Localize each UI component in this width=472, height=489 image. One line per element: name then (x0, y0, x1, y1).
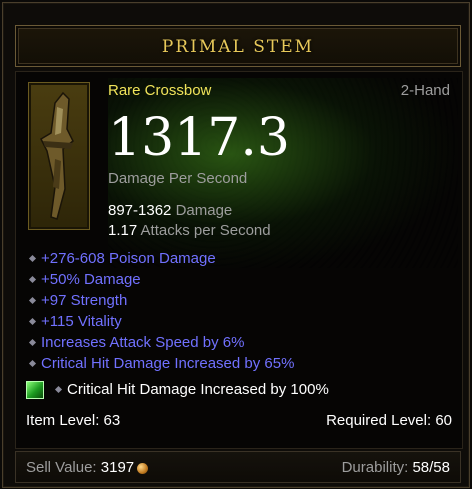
item-body: Rare Crossbow 2-Hand 1317.3 Damage Per S… (15, 71, 463, 449)
attack-speed-line: 1.17 Attacks per Second (108, 222, 271, 239)
affix-line: +50% Damage (26, 269, 294, 290)
attacks-value: 1.17 (108, 222, 138, 239)
required-level: Required Level: 60 (326, 412, 452, 429)
damage-line: 897-1362 Damage (108, 202, 232, 219)
required-level-value: 60 (435, 412, 452, 429)
socket-bonus: Critical Hit Damage Increased by 100% (67, 381, 329, 398)
emerald-gem-icon (26, 381, 44, 399)
damage-label: Damage (175, 202, 233, 219)
item-level-value: 63 (103, 412, 121, 429)
damage-range: 897-1362 (108, 202, 172, 219)
affix-line: +276-608 Poison Damage (26, 248, 294, 269)
item-type: Rare Crossbow (108, 82, 212, 99)
durability-value: 58/58 (412, 459, 450, 476)
attacks-label: Attacks per Second (140, 222, 271, 239)
socket-row: Critical Hit Damage Increased by 100% (26, 378, 329, 402)
crossbow-icon (40, 91, 74, 220)
item-tooltip: PRIMAL STEM Rare Crossbow 2-Hand 1317.3 … (2, 2, 470, 488)
affix-line: Increases Attack Speed by 6% (26, 332, 294, 353)
durability-label: Durability: (341, 459, 409, 476)
level-row: Item Level: 63 Required Level: 60 (26, 412, 452, 429)
affix-line: Critical Hit Damage Increased by 65% (26, 353, 294, 374)
affix-line: +97 Strength (26, 290, 294, 311)
affix-list: +276-608 Poison Damage +50% Damage +97 S… (26, 248, 294, 374)
bullet-icon (28, 359, 37, 367)
bullet-icon (28, 254, 37, 262)
item-level-label: Item Level: (26, 412, 100, 429)
sell-label: Sell Value: (26, 459, 97, 476)
bullet-icon (28, 338, 37, 346)
affix-line: +115 Vitality (26, 311, 294, 332)
item-footer: Sell Value: 3197 Durability: 58/58 (15, 451, 461, 483)
bullet-icon (28, 317, 37, 325)
bullet-icon (28, 296, 37, 304)
item-hand: 2-Hand (400, 82, 450, 99)
required-level-label: Required Level: (326, 412, 432, 429)
gold-coin-icon (137, 462, 149, 474)
bullet-icon (28, 275, 37, 283)
dps-value: 1317.3 (108, 108, 290, 168)
item-icon-frame (28, 82, 90, 230)
dps-label: Damage Per Second (108, 170, 248, 187)
sell-amount: 3197 (100, 459, 135, 476)
sell-value: Sell Value: 3197 (26, 459, 149, 476)
item-name: PRIMAL STEM (161, 37, 315, 57)
durability: Durability: 58/58 (342, 459, 450, 476)
bullet-icon (54, 385, 63, 393)
item-header: PRIMAL STEM (15, 25, 461, 67)
